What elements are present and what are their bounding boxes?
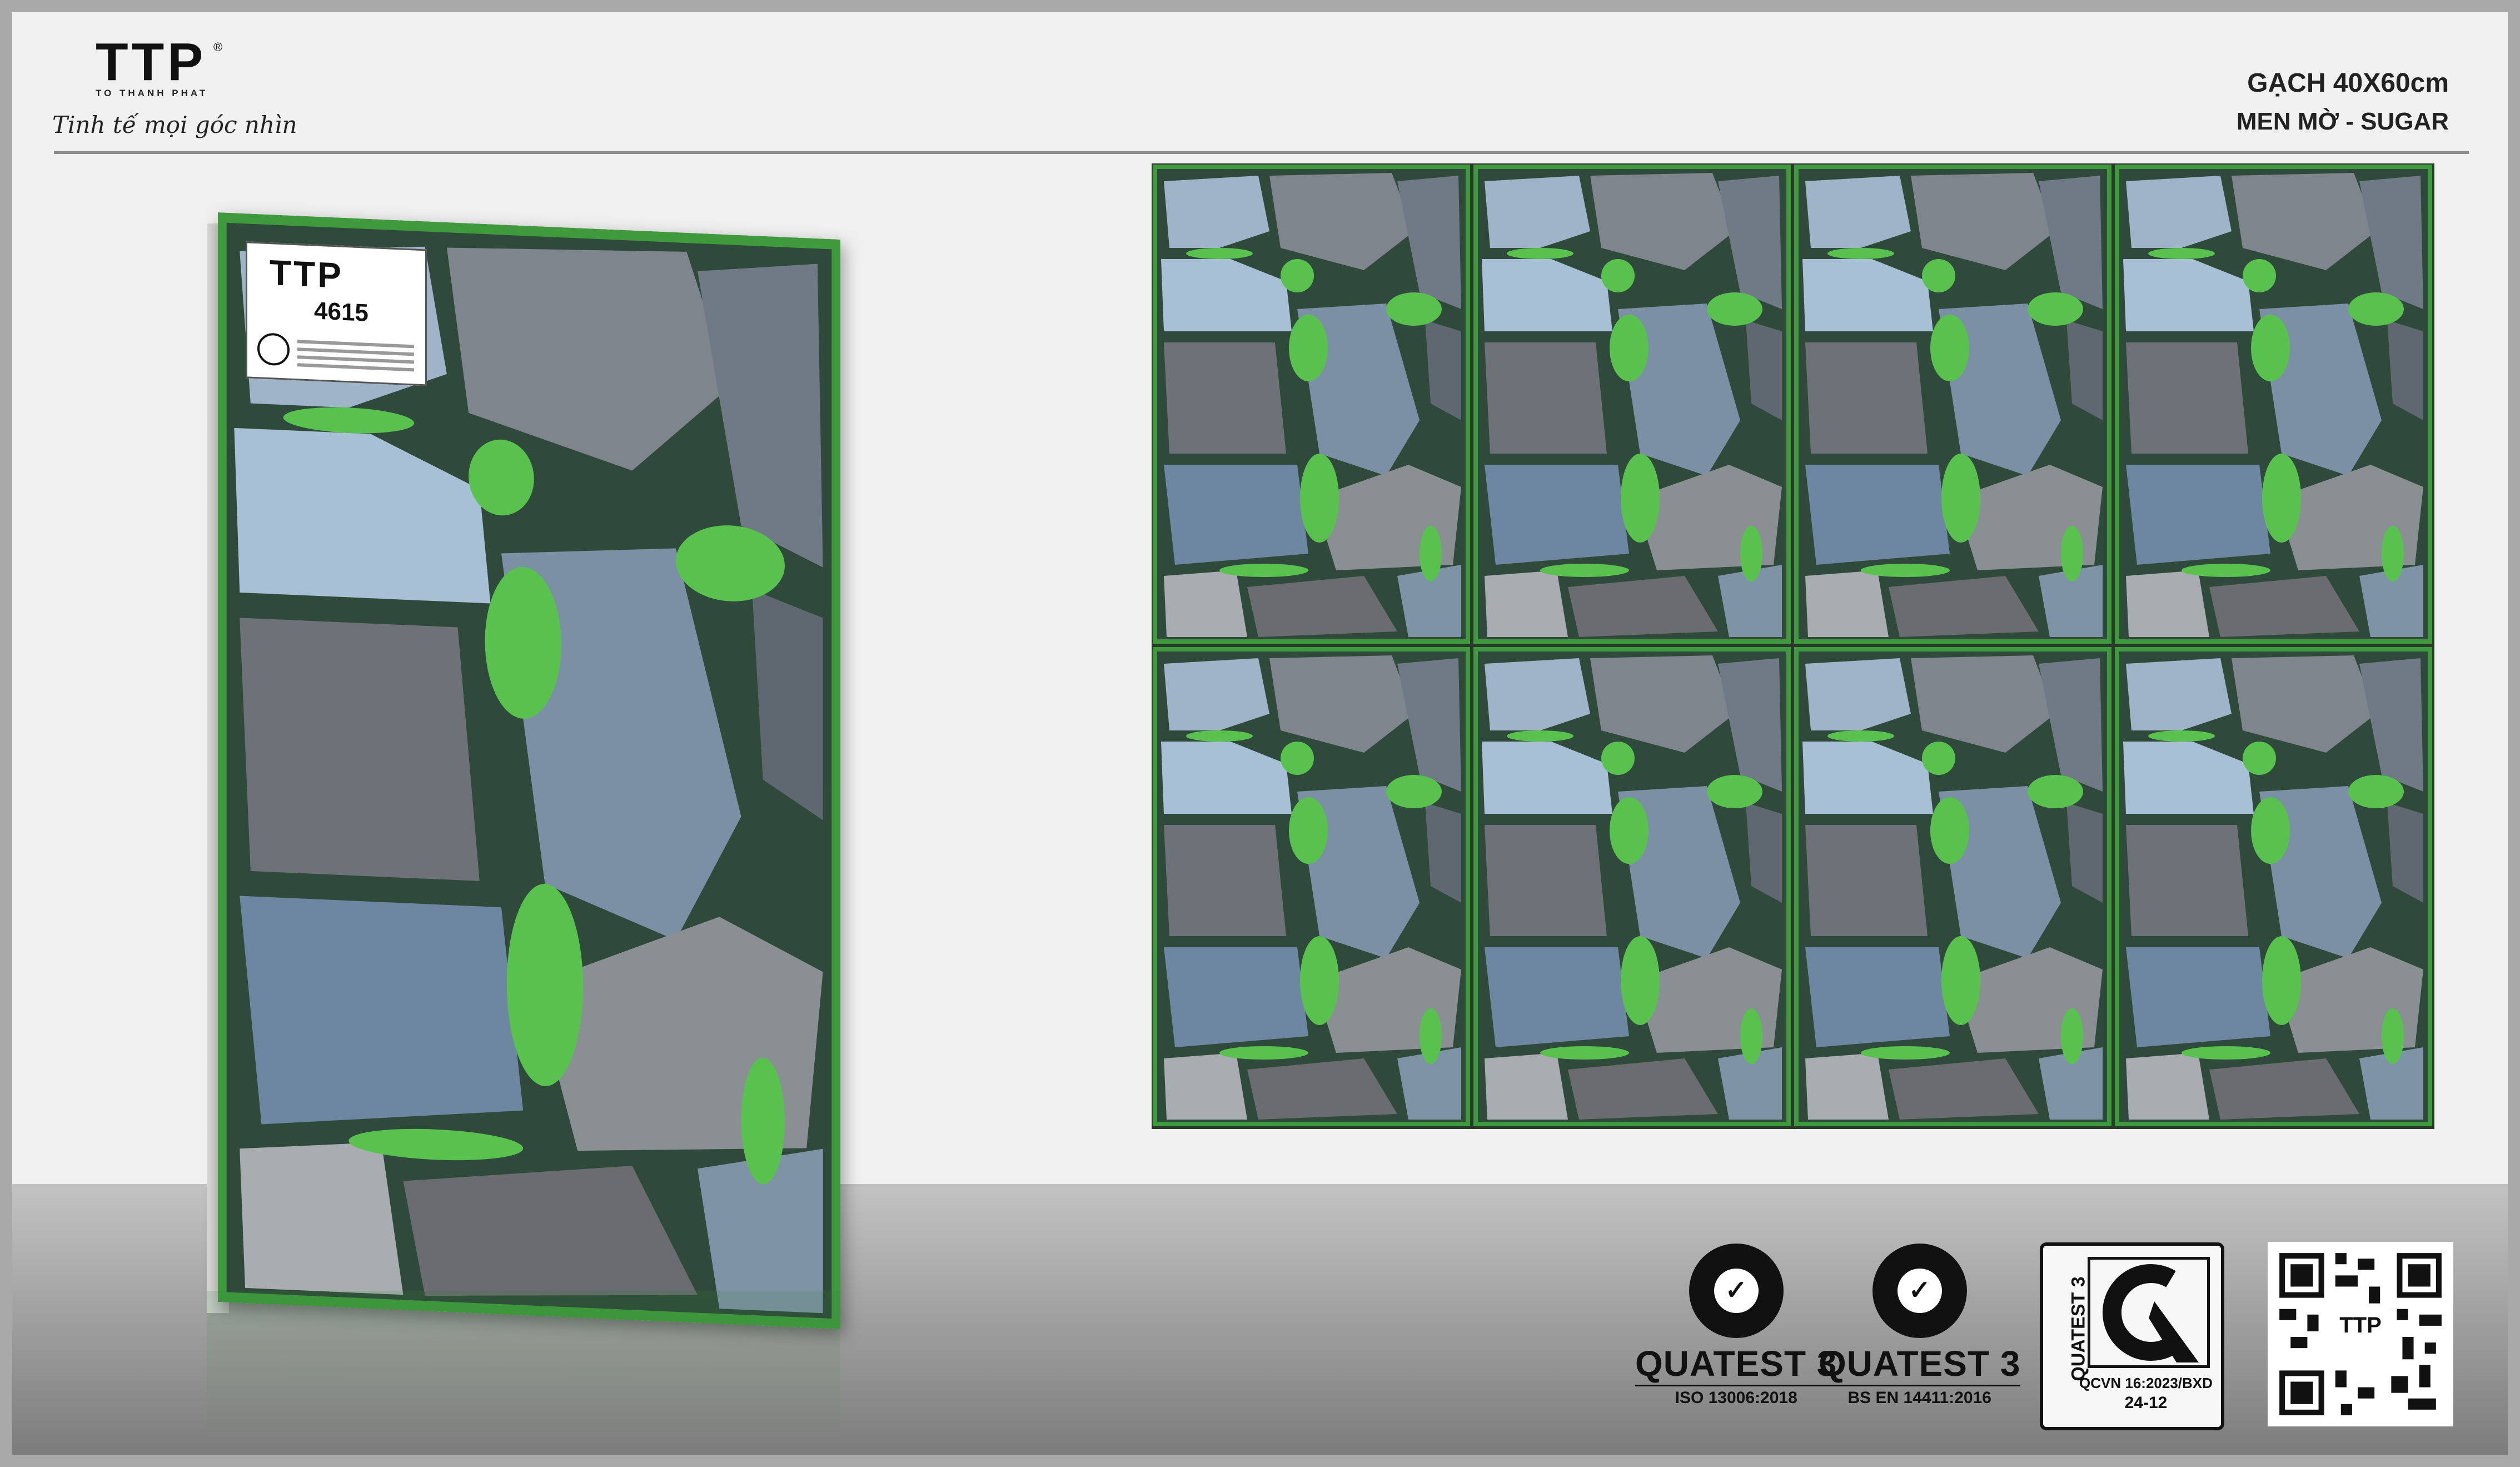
brand-logo: TTP ® TO THANH PHAT bbox=[96, 36, 235, 99]
cert-name: QUATEST 3 bbox=[1819, 1344, 2021, 1384]
cert-name: QUATEST 3 bbox=[1635, 1344, 1837, 1384]
cert-standard: BS EN 14411:2016 bbox=[1819, 1385, 2021, 1408]
product-title: GẠCH 40X60cm bbox=[2247, 68, 2449, 98]
grid-tile bbox=[1794, 165, 2111, 644]
qr-code[interactable]: TTP bbox=[2268, 1242, 2453, 1426]
tile-label-code: 4615 bbox=[314, 297, 368, 327]
brand-company: TO THANH PHAT bbox=[96, 88, 208, 98]
grid-tile bbox=[2115, 165, 2432, 644]
stone-pattern bbox=[1153, 647, 1470, 1126]
quatest-cert-2: ✓ QUATEST 3 BS EN 14411:2016 bbox=[1819, 1244, 2021, 1408]
header-divider bbox=[54, 151, 2469, 154]
stone-pattern bbox=[2115, 647, 2432, 1126]
grid-tile bbox=[1153, 647, 1470, 1126]
tile-reflection bbox=[207, 1291, 840, 1446]
page: TTP ® TO THANH PHAT Tinh tế mọi góc nhìn… bbox=[0, 0, 2520, 1467]
catalog-card: TTP ® TO THANH PHAT Tinh tế mọi góc nhìn… bbox=[12, 12, 2508, 1455]
brand-slogan: Tinh tế mọi góc nhìn bbox=[52, 111, 297, 138]
product-subtitle: MEN MỜ - SUGAR bbox=[2236, 108, 2449, 135]
stone-pattern bbox=[1153, 165, 1470, 644]
stone-pattern bbox=[1794, 647, 2111, 1126]
tile-face: TTP 4615 bbox=[218, 212, 840, 1329]
cert-standard: ISO 13006:2018 bbox=[1635, 1385, 1837, 1408]
cr-standard: QCVN 16:2023/BXD bbox=[2079, 1375, 2213, 1391]
cr-logo-icon bbox=[2088, 1257, 2210, 1368]
tile-label-fine-print bbox=[297, 340, 414, 349]
tile-label-logo: TTP bbox=[270, 252, 343, 296]
cr-vertical-label: QUATEST 3 bbox=[2068, 1276, 2089, 1381]
grid-tile bbox=[1473, 647, 1791, 1126]
grid-tile bbox=[1473, 165, 1791, 644]
stone-pattern bbox=[2115, 165, 2432, 644]
grid-tile bbox=[2115, 647, 2432, 1126]
registered-mark: ® bbox=[213, 40, 223, 54]
stone-pattern bbox=[1473, 647, 1791, 1126]
cr-conformity-mark: QUATEST 3 QCVN 16:2023/BXD 24-12 bbox=[2040, 1242, 2224, 1430]
stone-pattern bbox=[1794, 165, 2111, 644]
cr-mini-icon bbox=[257, 332, 290, 366]
tile-layout-grid bbox=[1152, 163, 2434, 1129]
quatest-cert-1: ✓ QUATEST 3 ISO 13006:2018 bbox=[1635, 1244, 1837, 1408]
tile-sample: TTP 4615 bbox=[207, 212, 840, 1329]
grid-tile bbox=[1153, 165, 1470, 644]
stone-pattern bbox=[1473, 165, 1791, 644]
quatest-logo-icon: ✓ bbox=[1872, 1244, 1967, 1338]
qr-label: TTP bbox=[2339, 1313, 2382, 1337]
quatest-logo-icon: ✓ bbox=[1689, 1244, 1784, 1338]
cr-code: 24-12 bbox=[2124, 1394, 2168, 1412]
grid-tile bbox=[1794, 647, 2111, 1126]
tile-label: TTP 4615 bbox=[246, 241, 427, 386]
